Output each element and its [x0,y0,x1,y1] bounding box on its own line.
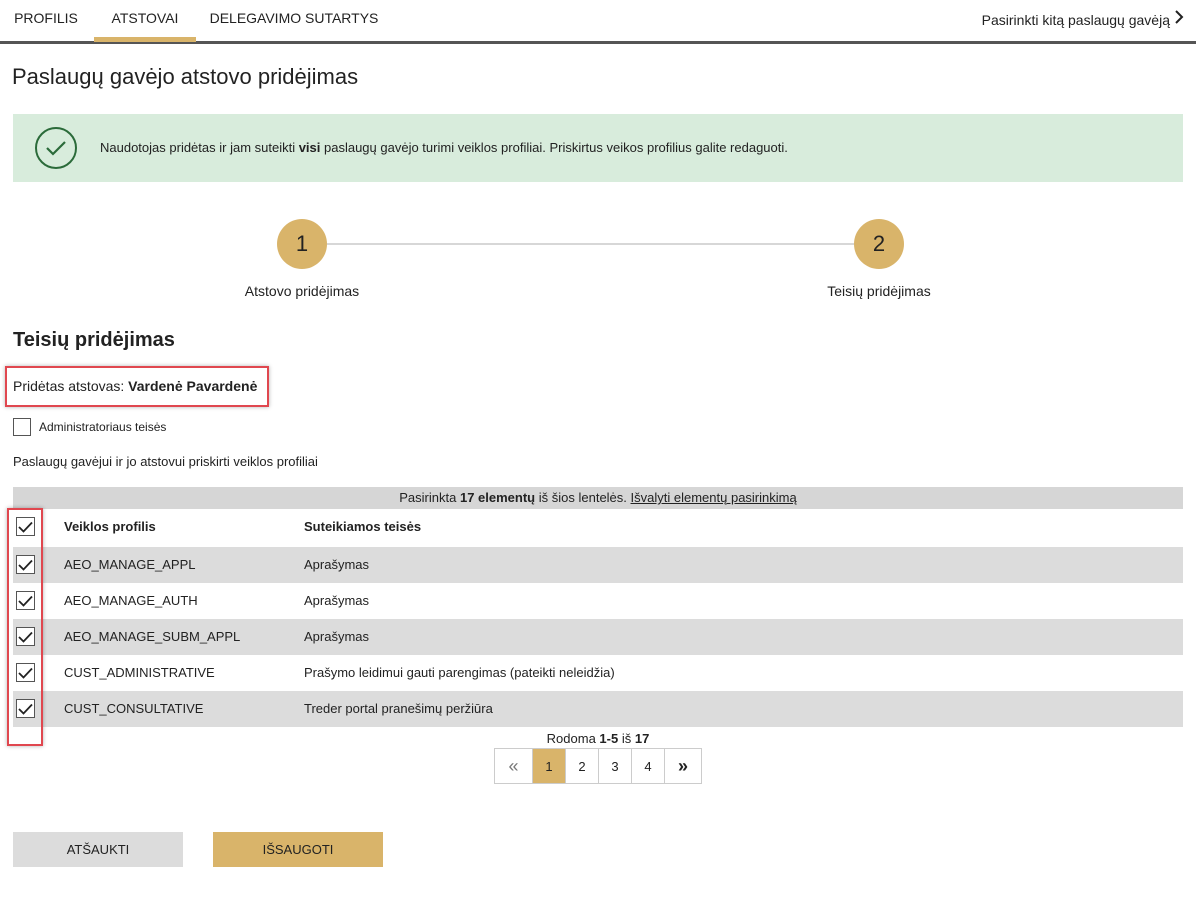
admin-rights-checkbox[interactable] [13,418,31,436]
page-button-1[interactable]: 1 [533,749,566,783]
admin-rights-row: Administratoriaus teisės [13,418,166,436]
step-2-label: Teisių pridėjimas [827,283,931,299]
pagination: « 1 2 3 4 » [494,748,702,784]
page-button-2[interactable]: 2 [566,749,599,783]
stepper-line [327,243,855,245]
page-title: Paslaugų gavėjo atstovo pridėjimas [12,64,359,89]
clear-selection-link[interactable]: Išvalyti elementų pasirinkimą [631,490,797,505]
profile-cell: CUST_CONSULTATIVE [64,701,204,716]
step-1-label: Atstovo pridėjimas [244,283,360,299]
added-representative: Pridėtas atstovas: Vardenė Pavardenė [13,378,258,394]
last-page-icon[interactable]: » [665,749,701,783]
page-button-3[interactable]: 3 [599,749,632,783]
rights-cell: Aprašymas [304,557,370,572]
cancel-button[interactable]: ATŠAUKTI [13,832,183,867]
rights-cell: Aprašymas [304,593,370,608]
column-header-rights: Suteikiamos teisės [304,519,422,534]
success-alert: Naudotojas pridėtas ir jam suteikti visi… [13,114,1183,182]
step-1-circle: 1 [277,219,327,269]
alert-message: Naudotojas pridėtas ir jam suteikti visi… [100,140,788,155]
top-navigation: PROFILIS ATSTOVAI DELEGAVIMO SUTARTYS Pa… [0,0,1196,44]
profile-cell: AEO_MANAGE_APPL [64,557,196,572]
section-title: Teisių pridėjimas [13,329,175,351]
table-row: AEO_MANAGE_SUBM_APPL Aprašymas [13,619,1183,655]
table-row: CUST_ADMINISTRATIVE Prašymo leidimui gau… [13,655,1183,691]
table-row: CUST_CONSULTATIVE Treder portal pranešim… [13,691,1183,727]
assigned-profiles-label: Paslaugų gavėjui ir jo atstovui priskirt… [13,454,318,469]
save-button[interactable]: IŠSAUGOTI [213,832,383,867]
table-row: AEO_MANAGE_AUTH Aprašymas [13,583,1183,619]
choose-link-label: Pasirinkti kitą paslaugų gavėją [981,11,1170,28]
table-row: AEO_MANAGE_APPL Aprašymas [13,547,1183,583]
check-circle-icon [35,127,77,169]
checkbox-column-highlight [7,508,43,746]
chevron-right-icon [1174,10,1184,29]
admin-rights-label: Administratoriaus teisės [39,420,167,434]
rights-cell: Aprašymas [304,629,370,644]
table-header-row: Veiklos profilis Suteikiamos teisės [13,509,1183,545]
selection-bar: Pasirinkta 17 elementų iš šios lentelės.… [13,487,1183,509]
rights-cell: Prašymo leidimui gauti parengimas (patei… [304,665,615,680]
first-page-icon[interactable]: « [495,749,533,783]
profile-cell: CUST_ADMINISTRATIVE [64,665,215,680]
tab-atstovai[interactable]: ATSTOVAI [94,0,196,42]
rights-cell: Treder portal pranešimų peržiūra [304,701,493,716]
tab-delegavimo-sutartys[interactable]: DELEGAVIMO SUTARTYS [206,0,382,42]
pagination-summary: Rodoma 1-5 iš 17 [546,731,650,746]
step-2-circle: 2 [854,219,904,269]
page-button-4[interactable]: 4 [632,749,665,783]
choose-other-recipient-link[interactable]: Pasirinkti kitą paslaugų gavėją [982,10,1184,29]
tab-profilis[interactable]: PROFILIS [8,0,84,42]
representative-name: Vardenė Pavardenė [128,378,258,394]
profile-cell: AEO_MANAGE_SUBM_APPL [64,629,241,644]
column-header-profile: Veiklos profilis [64,519,156,534]
profile-cell: AEO_MANAGE_AUTH [64,593,198,608]
